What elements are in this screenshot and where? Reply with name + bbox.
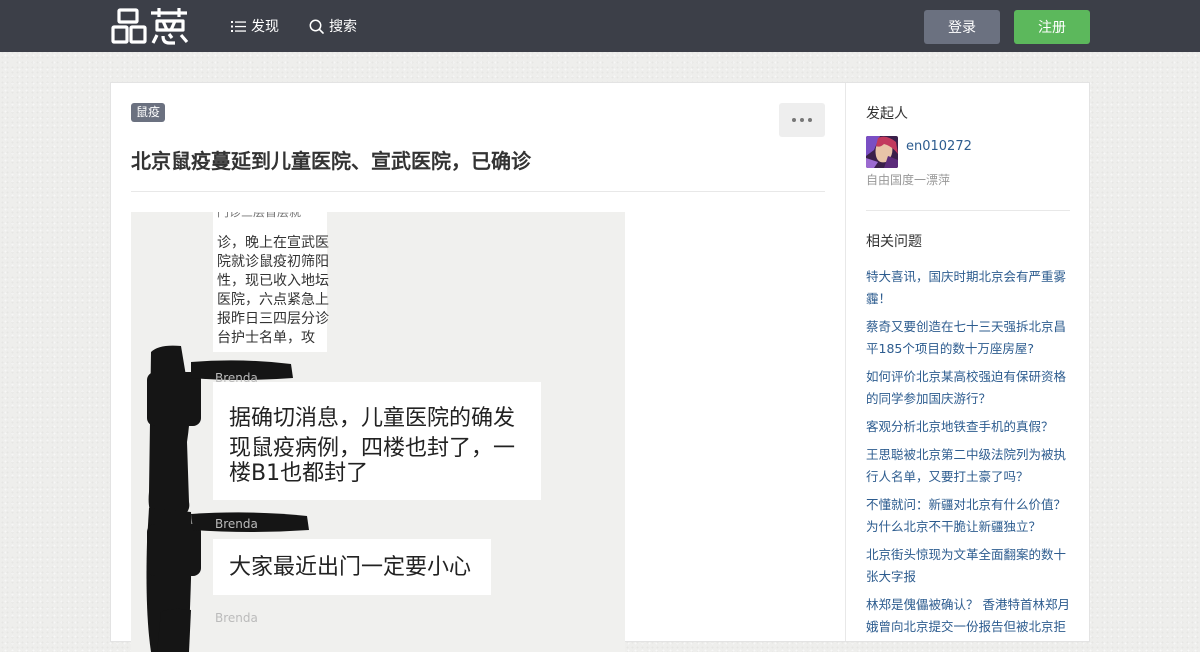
topic-tag[interactable]: 鼠疫 — [131, 103, 166, 122]
question-title: 北京鼠疫蔓延到儿童医院、宣武医院，已确诊 — [131, 149, 531, 173]
dot-icon — [792, 118, 796, 122]
related-question-link[interactable]: 林郑是傀儡被确认？ 香港特首林郑月娥曾向北京提交一份报告但被北京拒 — [866, 594, 1074, 638]
search-icon — [309, 19, 324, 34]
image-text-line: 性，现已收入地坛 — [217, 273, 329, 289]
site-logo[interactable] — [111, 6, 189, 46]
nav-search-label: 搜索 — [329, 19, 357, 35]
related-question-link[interactable]: 蔡奇又要创造在七十三天强拆北京昌平185个项目的数十万座房屋? — [866, 316, 1074, 360]
image-text-line: 台护士名单，攻 — [217, 330, 315, 346]
dot-icon — [800, 118, 804, 122]
nav-search[interactable]: 搜索 — [309, 0, 357, 52]
image-text-line: 楼B1也都封了 — [229, 461, 368, 486]
post-screenshot-image[interactable]: 门诊三层首层就 诊，晚上在宣武医 院就诊鼠疫初筛阳 性，现已收入地坛 医院，六点… — [131, 212, 625, 652]
nav-discover[interactable]: 发现 — [231, 0, 279, 52]
svg-text:Brenda: Brenda — [215, 371, 258, 385]
image-text-line: 大家最近出门一定要小心 — [229, 555, 471, 580]
dot-icon — [808, 118, 812, 122]
login-button[interactable]: 登录 — [924, 10, 1000, 44]
image-text-line: 报昨日三四层分诊 — [217, 311, 329, 327]
related-question-link[interactable]: 如何评价北京某高校强迫有保研资格的同学参加国庆游行？ — [866, 366, 1074, 410]
related-question-link[interactable]: 王思聪被北京第二中级法院列为被执行人名单，又要打土豪了吗？ — [866, 444, 1074, 488]
svg-text:门诊三层首层就: 门诊三层首层就 — [217, 212, 301, 219]
nav-discover-label: 发现 — [251, 19, 279, 35]
column-divider — [845, 83, 846, 641]
related-question-link[interactable]: 客观分析北京地铁查手机的真假？ — [866, 416, 1074, 438]
related-question-link[interactable]: 北京街头惊现为文革全面翻案的数十张大字报 — [866, 544, 1074, 588]
svg-text:Brenda: Brenda — [215, 611, 258, 625]
related-question-link[interactable]: 特大喜讯，国庆时期北京会有严重雾霾！ — [866, 266, 1074, 310]
list-icon — [231, 20, 246, 32]
initiator-heading: 发起人 — [866, 106, 908, 122]
initiator-username[interactable]: en010272 — [906, 139, 972, 154]
image-text-line: 现鼠疫病例，四楼也封了，一 — [229, 436, 515, 461]
sidebar-divider — [866, 210, 1070, 211]
related-question-link[interactable]: 不懂就问：新疆对北京有什么价值？为什么北京不干脆让新疆独立？ — [866, 494, 1074, 538]
image-text-line: 医院，六点紧急上 — [217, 292, 329, 308]
image-text-line: 诊，晚上在宣武医 — [217, 235, 329, 251]
initiator-description: 自由国度一漂萍 — [866, 173, 951, 187]
svg-text:Brenda: Brenda — [215, 517, 258, 531]
image-text-line: 据确切消息，儿童医院的确发 — [229, 406, 515, 431]
question-card: 鼠疫 北京鼠疫蔓延到儿童医院、宣武医院，已确诊 门诊三层首层就 诊，晚上在宣武医… — [110, 82, 1090, 652]
top-navigation-bar: 发现 搜索 登录 注册 — [0, 0, 1200, 52]
register-button[interactable]: 注册 — [1014, 10, 1090, 44]
related-questions-heading: 相关问题 — [866, 234, 922, 250]
title-divider — [131, 191, 825, 192]
avatar[interactable] — [866, 136, 898, 168]
related-questions-list: 特大喜讯，国庆时期北京会有严重雾霾！ 蔡奇又要创造在七十三天强拆北京昌平185个… — [866, 266, 1074, 644]
image-text-line: 院就诊鼠疫初筛阳 — [217, 253, 329, 270]
more-options-button[interactable] — [779, 103, 825, 137]
